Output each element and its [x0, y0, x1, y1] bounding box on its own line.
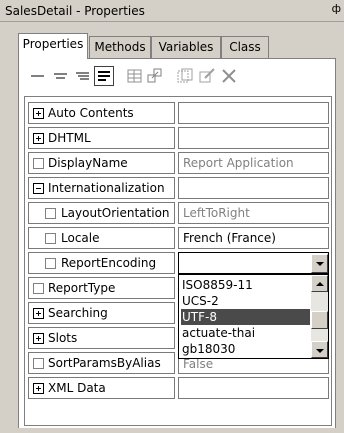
dropdown-option[interactable]: gb18030 — [181, 341, 310, 357]
tabs-baseline — [88, 58, 336, 59]
dropdown-option[interactable]: UCS-2 — [181, 293, 310, 309]
expand-plus-icon[interactable] — [33, 133, 44, 144]
property-label-cell[interactable]: Slots — [28, 327, 175, 349]
property-label-cell[interactable]: ReportEncoding — [28, 252, 175, 274]
expand-plus-icon[interactable] — [33, 383, 44, 394]
copy-icon[interactable] — [176, 66, 194, 86]
property-label: Auto Contents — [48, 106, 134, 120]
property-checkbox[interactable] — [45, 208, 56, 219]
property-label-cell[interactable]: Searching — [28, 302, 175, 324]
scroll-thumb[interactable] — [311, 311, 328, 329]
dropdown-scrollbar[interactable] — [311, 275, 328, 358]
property-value: LeftToRight — [183, 206, 250, 220]
collapse-minus-icon[interactable] — [33, 183, 44, 194]
property-checkbox[interactable] — [45, 258, 56, 269]
property-label-cell[interactable]: Internationalization — [28, 177, 175, 199]
property-checkbox[interactable] — [33, 358, 44, 369]
chevron-up-icon — [316, 282, 324, 286]
property-label-cell[interactable]: DHTML — [28, 127, 175, 149]
property-checkbox[interactable] — [33, 283, 44, 294]
property-value-cell[interactable] — [178, 127, 329, 149]
property-label: SortParamsByAlias — [48, 356, 161, 370]
window-title: SalesDetail - Properties — [5, 4, 145, 18]
edit-icon[interactable] — [198, 66, 216, 86]
property-label: XML Data — [48, 381, 106, 395]
encoding-dropdown-list: ISO8859-11 UCS-2 UTF-8 actuate-thai gb18… — [178, 274, 329, 359]
link-icon[interactable] — [146, 66, 164, 86]
property-label: DisplayName — [48, 156, 128, 170]
property-value-cell[interactable] — [178, 102, 329, 124]
property-label-cell[interactable]: XML Data — [28, 377, 175, 399]
expand-plus-icon[interactable] — [33, 108, 44, 119]
property-label: ReportEncoding — [61, 256, 157, 270]
property-value-cell[interactable] — [178, 377, 329, 399]
tab-class[interactable]: Class — [221, 36, 269, 58]
dropdown-option[interactable]: actuate-thai — [181, 325, 310, 341]
property-value-cell[interactable]: LeftToRight — [178, 202, 329, 224]
table-icon[interactable] — [126, 66, 144, 86]
property-checkbox[interactable] — [45, 233, 56, 244]
align-left-icon[interactable] — [30, 66, 48, 86]
property-value: Report Application — [183, 156, 294, 170]
property-label: DHTML — [48, 131, 91, 145]
dropdown-option-selected[interactable]: UTF-8 — [181, 309, 310, 325]
property-label-cell[interactable]: DisplayName — [28, 152, 175, 174]
title-bar: SalesDetail - Properties ф — [0, 0, 344, 22]
scroll-up-button[interactable] — [311, 275, 328, 292]
property-value: French (France) — [183, 231, 276, 245]
align-justify-icon[interactable] — [94, 66, 114, 86]
dropdown-option[interactable]: ISO8859-11 — [181, 277, 310, 293]
dropdown-arrow-button[interactable] — [311, 254, 328, 273]
property-value-cell[interactable] — [178, 177, 329, 199]
tab-variables[interactable]: Variables — [151, 36, 221, 58]
chevron-down-icon — [316, 262, 324, 266]
property-label-cell[interactable]: Auto Contents — [28, 102, 175, 124]
scroll-down-button[interactable] — [311, 341, 328, 358]
property-value-cell[interactable]: Report Application — [178, 152, 329, 174]
property-label: LayoutOrientation — [61, 206, 170, 220]
property-label-cell[interactable]: ReportType — [28, 277, 175, 299]
property-label: Slots — [48, 331, 78, 345]
encoding-combobox[interactable] — [178, 252, 329, 274]
delete-icon[interactable] — [220, 66, 238, 86]
tab-properties[interactable]: Properties — [18, 33, 88, 59]
property-checkbox[interactable] — [33, 158, 44, 169]
pin-icon[interactable]: ф — [332, 2, 341, 15]
property-label-cell[interactable]: SortParamsByAlias — [28, 352, 175, 374]
property-label: Internationalization — [48, 181, 165, 195]
property-label: Locale — [61, 231, 100, 245]
property-value: False — [183, 357, 214, 371]
align-right-icon[interactable] — [74, 66, 92, 86]
property-label-cell[interactable]: Locale — [28, 227, 175, 249]
tab-methods[interactable]: Methods — [89, 36, 151, 58]
property-label-cell[interactable]: LayoutOrientation — [28, 202, 175, 224]
property-value-cell[interactable]: French (France) — [178, 227, 329, 249]
property-label: Searching — [48, 306, 108, 320]
expand-plus-icon[interactable] — [33, 308, 44, 319]
chevron-down-icon — [316, 349, 324, 353]
property-label: ReportType — [48, 281, 116, 295]
expand-plus-icon[interactable] — [33, 333, 44, 344]
align-center-icon[interactable] — [52, 66, 70, 86]
